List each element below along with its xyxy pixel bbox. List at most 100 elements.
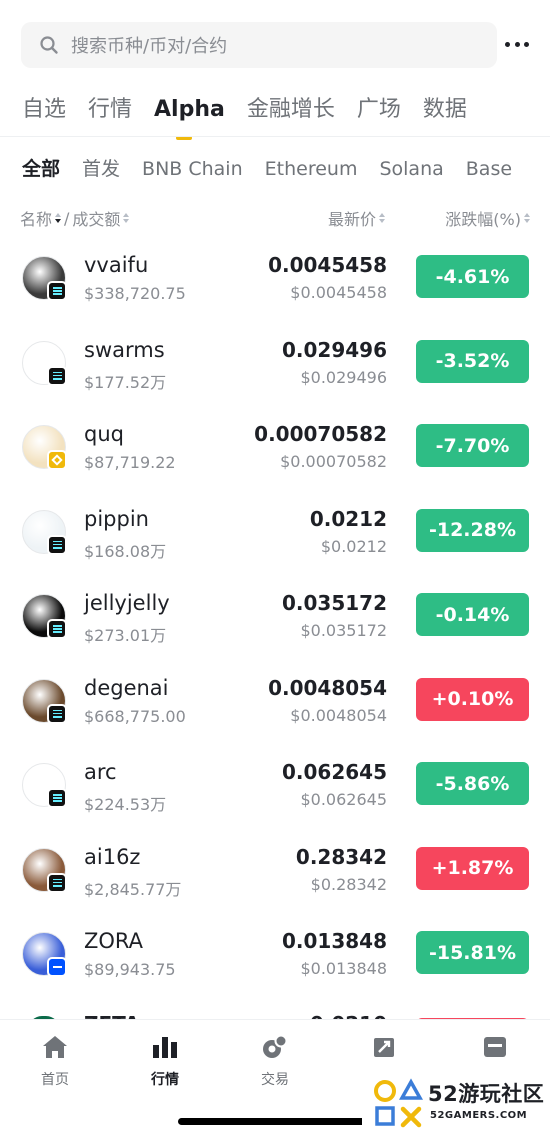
token-name: pippin — [84, 506, 149, 531]
token-price: 0.029496 — [281, 337, 387, 362]
chain-filter-tabs: 全部 首发 BNB Chain Ethereum Solana Base — [22, 155, 534, 183]
tab-square[interactable]: 广场 — [357, 92, 401, 132]
home-icon — [42, 1034, 68, 1060]
token-name: ai16z — [84, 844, 141, 869]
watermark-logo-icon — [372, 1078, 424, 1130]
tab-favorites[interactable]: 自选 — [22, 92, 66, 132]
nav-futures[interactable] — [345, 1034, 425, 1069]
trade-icon — [262, 1034, 288, 1060]
token-name: arc — [84, 760, 117, 784]
tab-data[interactable]: 数据 — [423, 92, 467, 132]
sol-chain-icon — [47, 788, 67, 808]
tab-alpha[interactable]: Alpha — [154, 92, 225, 140]
sort-icon — [55, 213, 62, 223]
base-chain-icon — [47, 957, 67, 977]
filter-all[interactable]: 全部 — [22, 155, 60, 183]
tabs-divider — [0, 136, 550, 137]
change-badge[interactable]: +0.10% — [416, 677, 529, 721]
list-item[interactable]: ZORA $89,943.75 0.013848 $0.013848 -15.81% — [0, 912, 550, 997]
sol-chain-icon — [47, 703, 67, 724]
bsc-chain-icon — [47, 450, 67, 470]
watermark: 52游玩社区 52GAMERS.COM — [362, 1068, 550, 1137]
home-indicator — [178, 1118, 366, 1125]
sol-chain-icon — [47, 281, 67, 301]
col-change-label: 涨跌幅(%) — [445, 210, 521, 229]
column-header: 名称 / 成交额 最新价 涨跌幅(%) — [20, 206, 530, 230]
list-item[interactable]: quq $87,719.22 0.00070582 $0.00070582 -7.70% — [0, 405, 550, 490]
token-volume: $338,720.75 — [84, 284, 186, 303]
change-badge[interactable]: -4.61% — [416, 255, 529, 298]
more-icon[interactable] — [505, 34, 529, 54]
watermark-title: 52游玩社区 — [428, 1082, 545, 1106]
filter-launch[interactable]: 首发 — [82, 155, 120, 183]
nav-markets[interactable]: 行情 — [125, 1034, 205, 1089]
sol-chain-icon — [47, 619, 67, 639]
token-name: jellyjelly — [84, 591, 170, 615]
nav-wallet[interactable] — [455, 1034, 535, 1069]
token-volume: $2,845.77万 — [84, 879, 182, 899]
search-row: 搜索币种/币对/合约 — [21, 22, 550, 68]
sort-icon — [379, 213, 386, 223]
col-volume-label: 成交额 — [72, 210, 121, 229]
list-item[interactable]: ai16z $2,845.77万 0.28342 $0.28342 +1.87% — [0, 828, 550, 913]
token-name: quq — [84, 422, 124, 446]
change-badge[interactable]: -0.14% — [416, 593, 529, 636]
list-item[interactable]: jellyjelly $273.01万 0.035172 $0.035172 -0.14… — [0, 574, 550, 659]
nav-home-label: 首页 — [41, 1072, 69, 1088]
token-price-usd: $0.013848 — [300, 959, 387, 978]
sort-icon — [524, 213, 530, 223]
change-badge[interactable]: -12.28% — [416, 508, 529, 552]
change-badge[interactable]: -7.70% — [416, 424, 529, 467]
filter-base[interactable]: Base — [466, 155, 512, 183]
token-volume: $168.08万 — [84, 541, 167, 561]
list-item[interactable]: pippin $168.08万 0.0212 $0.0212 -12.28% — [0, 490, 550, 575]
token-price-usd: $0.28342 — [310, 874, 387, 894]
change-badge[interactable]: -15.81% — [416, 931, 529, 974]
token-price: 0.062645 — [281, 760, 387, 784]
nav-markets-label: 行情 — [151, 1072, 179, 1088]
search-icon — [39, 35, 59, 55]
change-badge[interactable]: -3.52% — [416, 339, 529, 383]
filter-bnb-chain[interactable]: BNB Chain — [142, 155, 243, 183]
token-volume: $273.01万 — [84, 626, 167, 645]
futures-icon — [372, 1034, 398, 1060]
token-volume: $668,775.00 — [84, 706, 186, 726]
col-separator: / — [64, 208, 70, 228]
nav-home[interactable]: 首页 — [15, 1034, 95, 1089]
markets-icon — [152, 1034, 178, 1060]
token-price-usd: $0.029496 — [300, 367, 387, 387]
filter-solana[interactable]: Solana — [379, 155, 443, 183]
tab-earn[interactable]: 金融增长 — [247, 92, 335, 132]
filter-ethereum[interactable]: Ethereum — [265, 155, 358, 183]
tab-markets[interactable]: 行情 — [88, 92, 132, 132]
list-item[interactable]: vvaifu $338,720.75 0.0045458 $0.0045458 -4.6… — [0, 236, 550, 321]
token-price-usd: $0.062645 — [300, 790, 387, 809]
token-price-usd: $0.0212 — [320, 536, 387, 556]
nav-trade[interactable]: 交易 — [235, 1034, 315, 1089]
token-name: ZORA — [84, 929, 144, 953]
list-item[interactable]: degenai $668,775.00 0.0048054 $0.0048054 +0.… — [0, 659, 550, 744]
token-volume: $89,943.75 — [84, 960, 176, 979]
token-price-usd: $0.00070582 — [280, 452, 387, 471]
token-name: swarms — [84, 337, 165, 362]
token-price-usd: $0.0045458 — [290, 283, 387, 302]
sol-chain-icon — [47, 872, 67, 893]
main-tabs: 自选 行情 Alpha 金融增长 广场 数据 — [22, 92, 489, 140]
token-price: 0.28342 — [295, 844, 387, 869]
col-name-label: 名称 — [20, 210, 53, 229]
list-item[interactable]: swarms $177.52万 0.029496 $0.029496 -3.52% — [0, 321, 550, 406]
token-volume: $224.53万 — [84, 795, 167, 814]
sort-price[interactable]: 最新价 — [328, 206, 386, 230]
token-name: vvaifu — [84, 253, 149, 277]
sort-name-volume[interactable]: 名称 / 成交额 — [20, 206, 130, 230]
change-badge[interactable]: -5.86% — [416, 762, 529, 805]
sol-chain-icon — [47, 365, 67, 386]
search-input[interactable]: 搜索币种/币对/合约 — [21, 22, 497, 68]
token-list: vvaifu $338,720.75 0.0045458 $0.0045458 -4.6… — [0, 236, 550, 997]
nav-trade-label: 交易 — [261, 1072, 289, 1088]
sort-change[interactable]: 涨跌幅(%) — [445, 206, 530, 230]
change-badge[interactable]: +1.87% — [416, 846, 529, 890]
token-volume: $177.52万 — [84, 372, 167, 392]
list-item[interactable]: arc $224.53万 0.062645 $0.062645 -5.86% — [0, 743, 550, 828]
token-price: 0.0212 — [309, 506, 387, 531]
